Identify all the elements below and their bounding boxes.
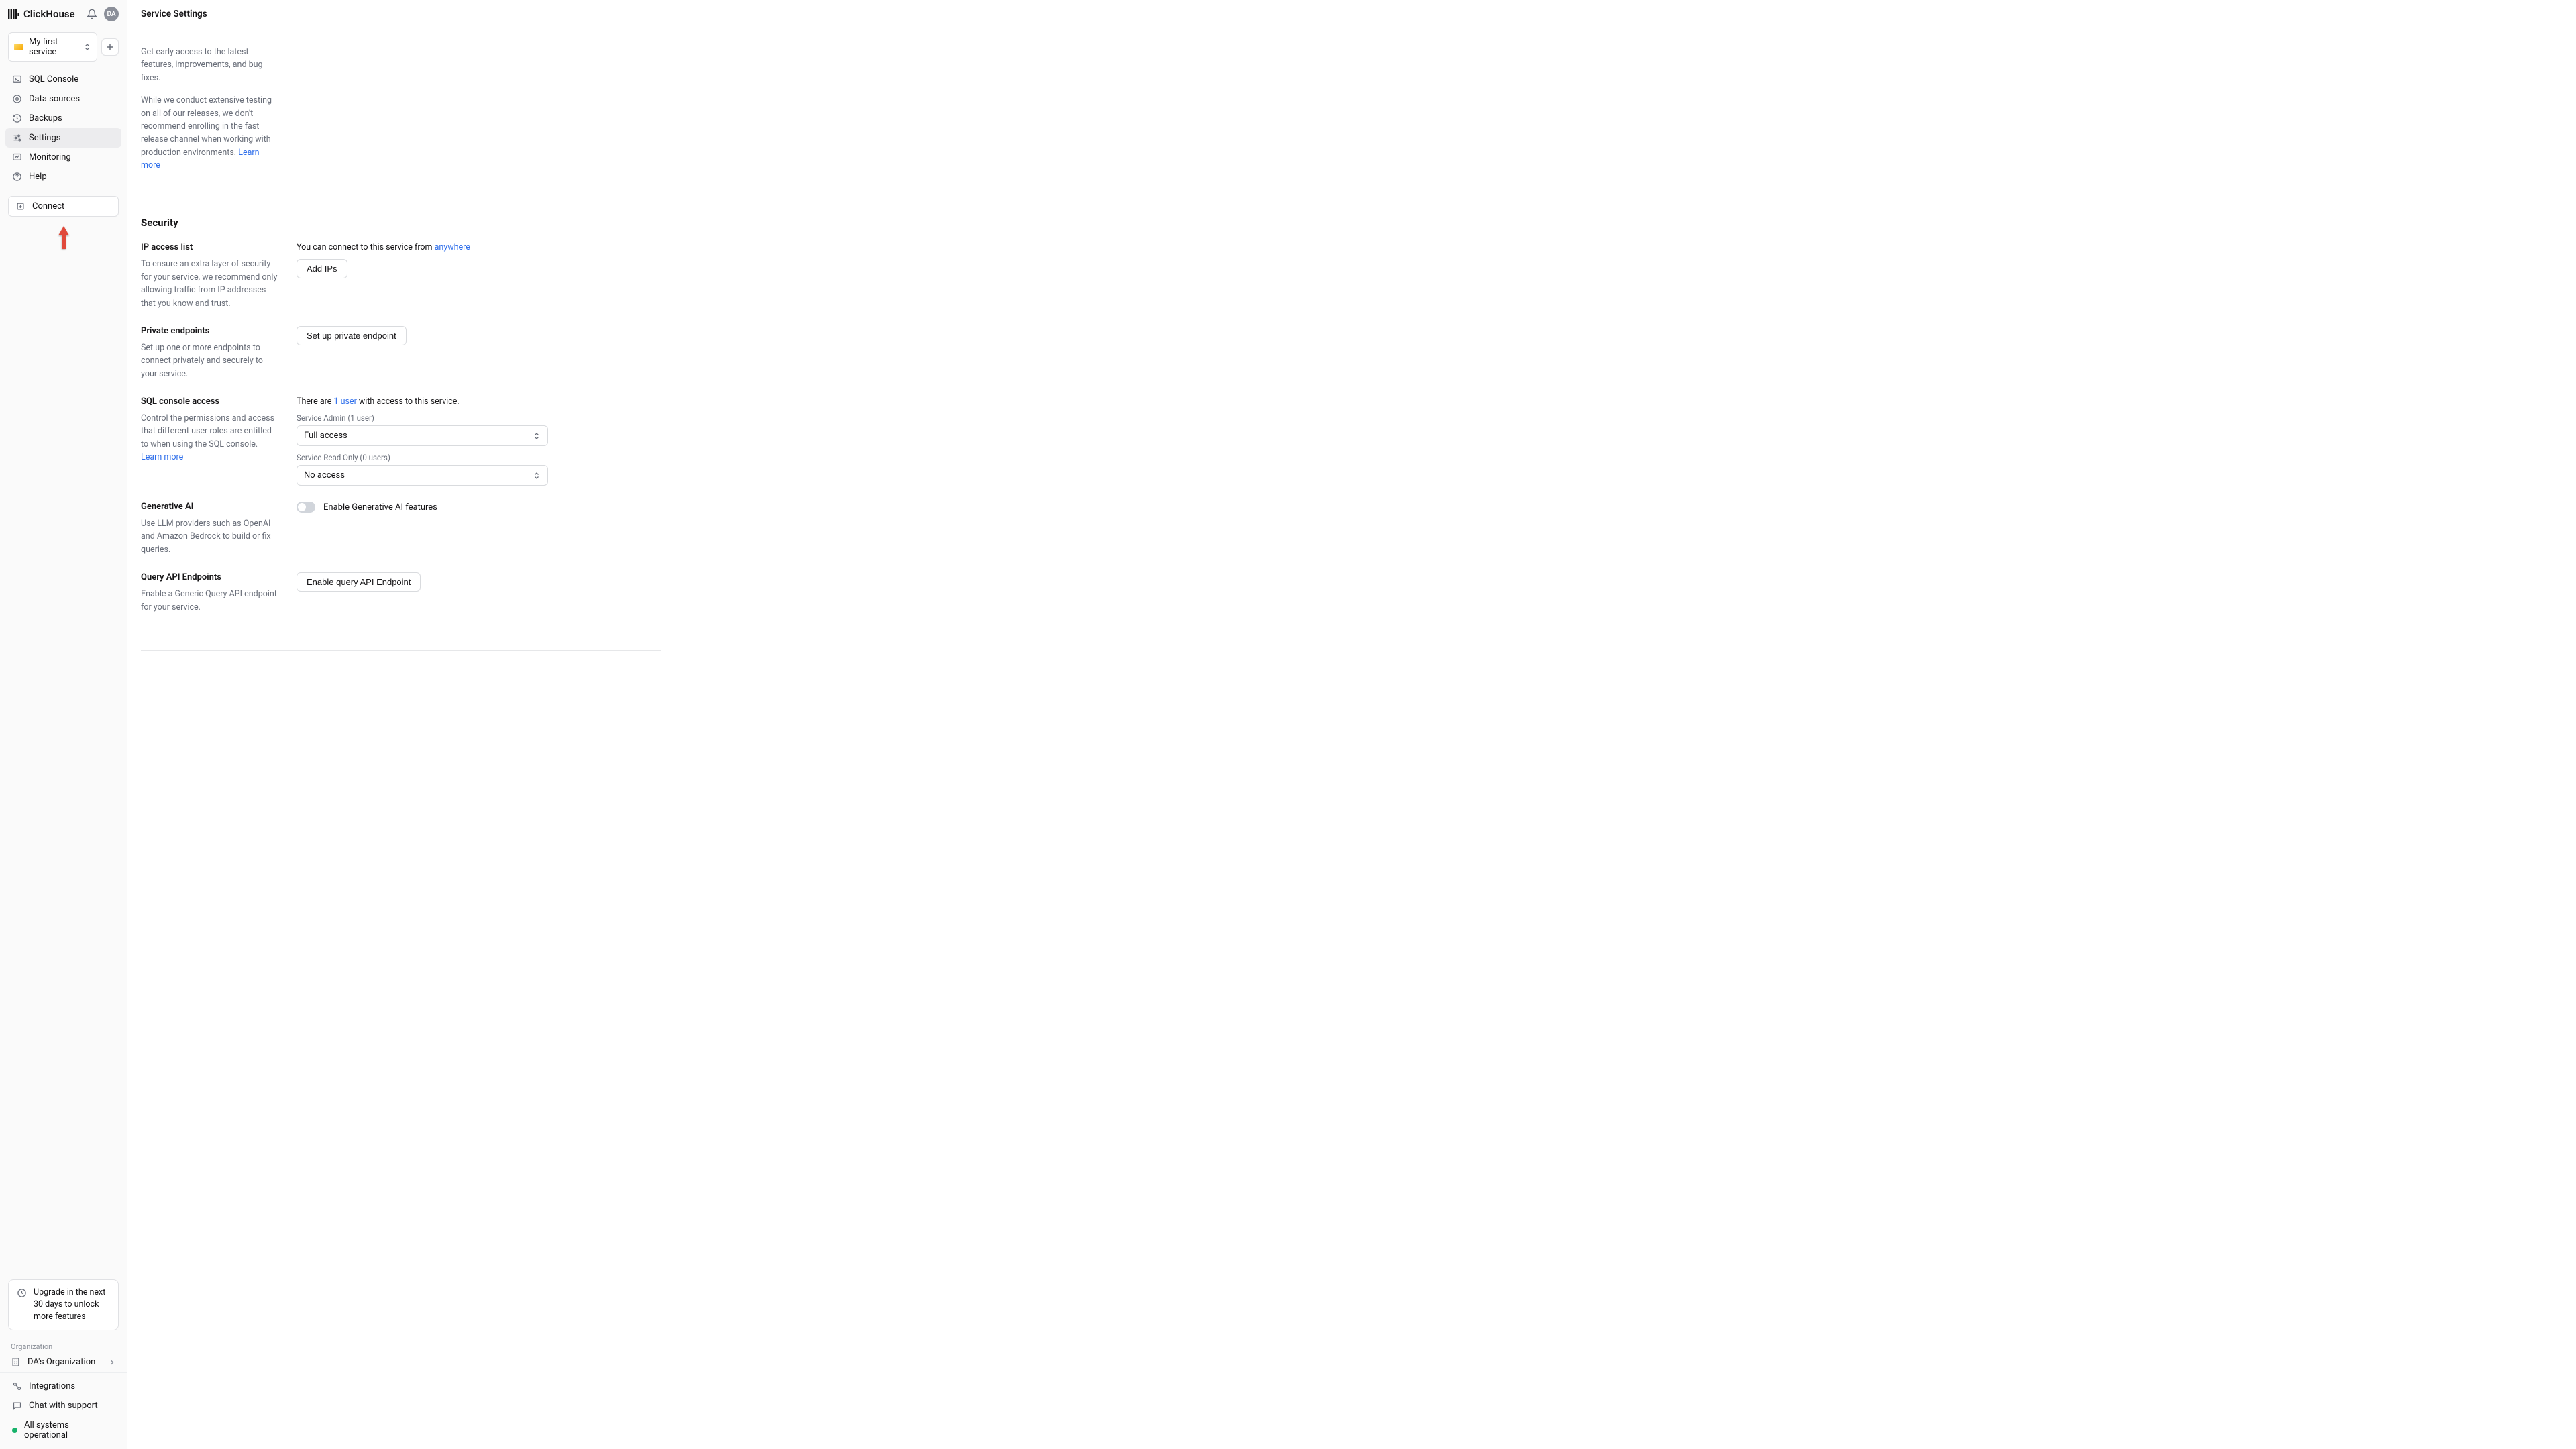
history-icon	[12, 113, 22, 123]
service-readonly-select[interactable]: No access	[297, 465, 548, 486]
ip-anywhere-link[interactable]: anywhere	[435, 242, 470, 252]
ip-access-row: IP access list To ensure an extra layer …	[141, 235, 661, 319]
chevron-right-icon	[108, 1358, 116, 1366]
genai-desc: Use LLM providers such as OpenAI and Ama…	[141, 517, 280, 556]
security-section: Security IP access list To ensure an ext…	[127, 206, 674, 661]
avatar-initials: DA	[107, 11, 115, 18]
sidebar-item-status[interactable]: All systems operational	[5, 1415, 121, 1445]
annotation-arrow-icon	[0, 222, 127, 252]
genai-toggle[interactable]	[297, 502, 315, 513]
connect-label: Connect	[32, 201, 64, 211]
sidebar-item-label: Backups	[29, 113, 62, 123]
service-admin-select[interactable]: Full access	[297, 425, 548, 446]
release-desc-2: While we conduct extensive testing on al…	[141, 94, 280, 172]
release-desc-1: Get early access to the latest features,…	[141, 46, 280, 85]
genai-row: Generative AI Use LLM providers such as …	[141, 495, 661, 566]
sidebar-item-settings[interactable]: Settings	[5, 128, 121, 148]
logo[interactable]: ClickHouse	[8, 8, 75, 20]
service-name: My first service	[29, 37, 78, 57]
puzzle-icon	[12, 1381, 22, 1391]
content-scroll[interactable]: Get early access to the latest features,…	[127, 28, 2576, 1449]
select-value: No access	[304, 470, 345, 480]
sql-user-link[interactable]: 1 user	[333, 396, 356, 407]
genai-title: Generative AI	[141, 502, 280, 512]
sidebar-item-label: Settings	[29, 133, 60, 143]
service-selector-row: My first service	[0, 28, 127, 66]
private-endpoints-row: Private endpoints Set up one or more end…	[141, 319, 661, 390]
sidebar-item-label: Integrations	[29, 1381, 75, 1391]
sidebar-item-label: Help	[29, 172, 47, 182]
chart-icon	[12, 152, 22, 162]
chevron-updown-icon	[533, 432, 541, 440]
sql-access-learn-more-link[interactable]: Learn more	[141, 452, 183, 462]
sliders-icon	[12, 133, 22, 143]
building-icon	[11, 1357, 21, 1367]
sql-access-title: SQL console access	[141, 396, 280, 407]
sidebar-item-label: SQL Console	[29, 74, 78, 85]
terminal-icon	[12, 74, 22, 85]
readonly-label: Service Read Only (0 users)	[297, 453, 661, 462]
connect-icon	[15, 201, 25, 211]
topbar: Service Settings	[127, 0, 2576, 28]
database-icon	[12, 94, 22, 104]
main-nav: SQL Console Data sources Backups Setting…	[0, 66, 127, 191]
sidebar-item-label: All systems operational	[24, 1420, 115, 1440]
header-actions: DA	[85, 7, 119, 21]
setup-private-endpoint-button[interactable]: Set up private endpoint	[297, 326, 407, 345]
add-ips-button[interactable]: Add IPs	[297, 259, 347, 278]
sidebar-item-sql-console[interactable]: SQL Console	[5, 70, 121, 89]
status-dot-icon	[12, 1428, 17, 1433]
private-ep-title: Private endpoints	[141, 326, 280, 336]
sidebar: ClickHouse DA My first service SQL Conso…	[0, 0, 127, 1449]
org-name: DA's Organization	[28, 1357, 95, 1367]
sidebar-item-backups[interactable]: Backups	[5, 109, 121, 128]
sidebar-item-monitoring[interactable]: Monitoring	[5, 148, 121, 167]
query-api-title: Query API Endpoints	[141, 572, 280, 582]
chat-icon	[12, 1401, 22, 1411]
security-title: Security	[141, 217, 661, 229]
sidebar-item-label: Monitoring	[29, 152, 71, 162]
chevron-updown-icon	[83, 43, 91, 51]
connect-button[interactable]: Connect	[8, 196, 119, 217]
service-selector[interactable]: My first service	[8, 32, 97, 62]
main: Service Settings Get early access to the…	[127, 0, 2576, 1449]
org-section-label: Organization	[0, 1337, 127, 1352]
admin-label: Service Admin (1 user)	[297, 413, 661, 423]
sidebar-item-label: Data sources	[29, 94, 80, 104]
enable-query-api-button[interactable]: Enable query API Endpoint	[297, 572, 421, 592]
brand-name: ClickHouse	[23, 8, 75, 20]
clickhouse-logo-icon	[8, 9, 19, 19]
ip-access-title: IP access list	[141, 242, 280, 252]
genai-toggle-label: Enable Generative AI features	[323, 502, 437, 513]
ip-access-desc: To ensure an extra layer of security for…	[141, 258, 280, 310]
query-api-row: Query API Endpoints Enable a Generic Que…	[141, 566, 661, 623]
ip-access-status: You can connect to this service from any…	[297, 242, 661, 252]
sidebar-item-data-sources[interactable]: Data sources	[5, 89, 121, 109]
help-icon	[12, 172, 22, 182]
sql-access-status: There are 1 user with access to this ser…	[297, 396, 661, 407]
sidebar-item-label: Chat with support	[29, 1401, 98, 1411]
upgrade-message: Upgrade in the next 30 days to unlock mo…	[34, 1287, 110, 1323]
upgrade-card[interactable]: Upgrade in the next 30 days to unlock mo…	[8, 1279, 119, 1330]
private-ep-desc: Set up one or more endpoints to connect …	[141, 341, 280, 380]
sidebar-item-integrations[interactable]: Integrations	[5, 1377, 121, 1396]
sidebar-item-help[interactable]: Help	[5, 167, 121, 186]
add-service-button[interactable]	[101, 38, 119, 56]
chevron-updown-icon	[533, 472, 541, 480]
clock-icon	[17, 1288, 27, 1298]
org-selector[interactable]: DA's Organization	[0, 1352, 127, 1372]
sql-access-desc: Control the permissions and access that …	[141, 412, 280, 464]
query-api-desc: Enable a Generic Query API endpoint for …	[141, 588, 280, 614]
avatar[interactable]: DA	[104, 7, 119, 21]
select-value: Full access	[304, 431, 347, 441]
sql-access-row: SQL console access Control the permissio…	[141, 390, 661, 495]
page-title: Service Settings	[141, 9, 207, 19]
bottom-nav: Integrations Chat with support All syste…	[0, 1372, 127, 1449]
sidebar-header: ClickHouse DA	[0, 0, 127, 28]
release-section: Get early access to the latest features,…	[127, 39, 674, 206]
service-status-icon	[14, 44, 23, 50]
notifications-button[interactable]	[85, 7, 99, 21]
sidebar-item-chat[interactable]: Chat with support	[5, 1396, 121, 1415]
